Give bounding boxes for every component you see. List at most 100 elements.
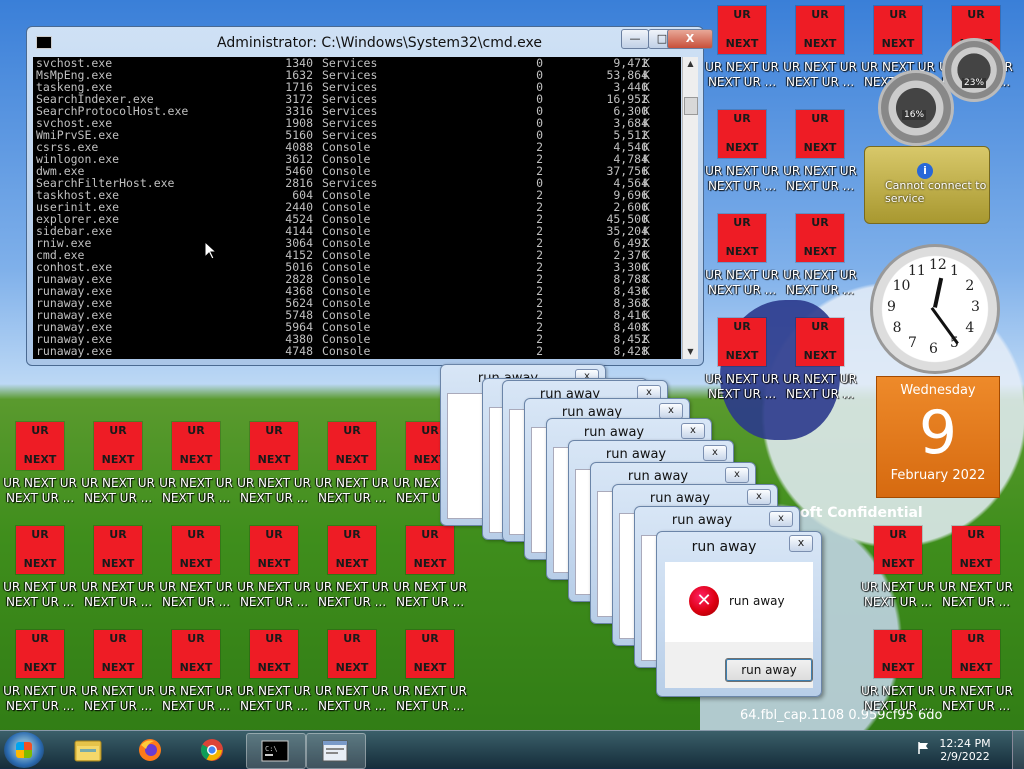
ur-next-icon: UR NEXT [94,422,142,470]
cmd-window[interactable]: Administrator: C:\Windows\System32\cmd.e… [26,26,713,366]
taskbar-firefox[interactable] [122,733,180,767]
shortcut-label-line1: UR NEXT UR [393,684,467,698]
ur-next-icon: UR NEXT [94,526,142,574]
cpu-meter-gadget[interactable]: 16% 23% [872,38,1022,146]
desktop-shortcut-icon[interactable]: UR NEXT UR NEXT URNEXT UR ... [860,520,936,616]
icon-text-ur: UR [265,632,283,645]
shortcut-label: UR NEXT URNEXT UR ... [2,476,78,506]
dialog-close-button[interactable]: x [681,423,705,439]
desktop-shortcut-icon[interactable]: UR NEXT UR NEXT URNEXT UR ... [938,624,1014,720]
weather-gadget[interactable]: i Cannot connect to service [864,146,990,224]
desktop-shortcut-icon[interactable]: UR NEXT UR NEXT URNEXT UR ... [704,312,780,408]
dialog-close-button[interactable]: x [769,511,793,527]
action-center-flag-icon[interactable] [916,741,930,755]
chrome-icon [201,739,223,761]
dialog-close-button[interactable]: x [659,403,683,419]
start-button[interactable] [4,732,44,768]
desktop-shortcut-icon[interactable]: UR NEXT UR NEXT URNEXT UR ... [236,520,312,616]
icon-text-ur: UR [811,112,829,125]
cmd-titlebar[interactable]: Administrator: C:\Windows\System32\cmd.e… [27,27,713,57]
desktop-shortcut-icon[interactable]: UR NEXT UR NEXT URNEXT UR ... [80,416,156,512]
shortcut-label-line1: UR NEXT UR [81,684,155,698]
shortcut-label-line2: NEXT UR ... [83,595,153,609]
icon-text-ur: UR [31,528,49,541]
shortcut-label: UR NEXT URNEXT UR ... [314,476,390,506]
dialog-close-button[interactable]: x [789,535,813,552]
icon-text-ur: UR [811,8,829,21]
show-desktop-button[interactable] [1012,731,1024,769]
dialog-close-button[interactable]: x [725,467,749,483]
cmd-output[interactable]: svchost.exe 1340 Services 0 9,472 K MsMpEng.ex… [33,57,681,359]
minimize-button[interactable]: — [621,29,649,49]
shortcut-label-line1: UR NEXT UR [861,580,935,594]
shortcut-label-line2: NEXT UR ... [707,283,777,297]
memory-gauge [942,38,1006,102]
taskbar-explorer[interactable] [60,733,118,767]
shortcut-label-line2: NEXT UR ... [5,699,75,713]
calendar-gadget[interactable]: Wednesday 9 February 2022 [876,376,1000,498]
scroll-up-icon[interactable]: ▲ [683,57,698,71]
taskbar-chrome[interactable] [184,733,242,767]
desktop-shortcut-icon[interactable]: UR NEXT UR NEXT URNEXT UR ... [860,624,936,720]
clock-numeral: 10 [892,278,911,294]
desktop-shortcut-icon[interactable]: UR NEXT UR NEXT URNEXT UR ... [80,520,156,616]
runaway-dialog[interactable]: run away x ✕ run away run away [656,531,822,697]
ur-next-icon: UR NEXT [16,526,64,574]
desktop-shortcut-icon[interactable]: UR NEXT UR NEXT URNEXT UR ... [80,624,156,720]
system-clock[interactable]: 12:24 PM 2/9/2022 [935,737,995,763]
desktop-shortcut-icon[interactable]: UR NEXT UR NEXT URNEXT UR ... [158,624,234,720]
taskbar-cmd[interactable]: C:\ [246,733,306,769]
window-icon [322,740,348,762]
desktop-shortcut-icon[interactable]: UR NEXT UR NEXT URNEXT UR ... [236,624,312,720]
desktop-shortcut-icon[interactable]: UR NEXT UR NEXT URNEXT UR ... [314,416,390,512]
dialog-close-button[interactable]: x [747,489,771,505]
shortcut-label-line2: NEXT UR ... [785,387,855,401]
cmd-scrollbar[interactable]: ▲ ▼ [682,57,698,359]
dialog-close-button[interactable]: x [703,445,727,461]
shortcut-label-line1: UR NEXT UR [783,372,857,386]
close-button[interactable]: X [667,29,713,49]
icon-text-next: NEXT [23,453,57,466]
shortcut-label: UR NEXT URNEXT UR ... [314,684,390,714]
shortcut-label-line2: NEXT UR ... [161,491,231,505]
clock-numeral: 2 [965,278,975,294]
desktop-shortcut-icon[interactable]: UR NEXT UR NEXT URNEXT UR ... [782,312,858,408]
icon-text-next: NEXT [101,453,135,466]
desktop-shortcut-icon[interactable]: UR NEXT UR NEXT URNEXT UR ... [236,416,312,512]
desktop-shortcut-icon[interactable]: UR NEXT UR NEXT URNEXT UR ... [158,416,234,512]
clock-numeral: 1 [950,262,959,279]
icon-text-ur: UR [421,528,439,541]
clock-gadget[interactable]: 1 2 3 4 5 6 7 8 9 10 11 12 [870,244,1000,374]
desktop-shortcut-icon[interactable]: UR NEXT UR NEXT URNEXT UR ... [158,520,234,616]
desktop-shortcut-icon[interactable]: UR NEXT UR NEXT URNEXT UR ... [392,624,468,720]
scroll-thumb[interactable] [684,97,698,115]
ur-next-icon: UR NEXT [250,422,298,470]
folder-icon [74,740,102,762]
desktop-shortcut-icon[interactable]: UR NEXT UR NEXT URNEXT UR ... [314,520,390,616]
scroll-down-icon[interactable]: ▼ [683,345,698,359]
desktop-shortcut-icon[interactable]: UR NEXT UR NEXT URNEXT UR ... [704,0,780,96]
desktop-shortcut-icon[interactable]: UR NEXT UR NEXT URNEXT UR ... [704,104,780,200]
icon-text-ur: UR [967,632,985,645]
icon-text-next: NEXT [335,453,369,466]
desktop-shortcut-icon[interactable]: UR NEXT UR NEXT URNEXT UR ... [2,520,78,616]
icon-text-next: NEXT [803,349,837,362]
desktop-shortcut-icon[interactable]: UR NEXT UR NEXT URNEXT UR ... [704,208,780,304]
desktop-shortcut-icon[interactable]: UR NEXT UR NEXT URNEXT UR ... [782,104,858,200]
shortcut-label-line2: NEXT UR ... [317,595,387,609]
taskbar-runaway[interactable] [306,733,366,769]
desktop-shortcut-icon[interactable]: UR NEXT UR NEXT URNEXT UR ... [2,624,78,720]
desktop-shortcut-icon[interactable]: UR NEXT UR NEXT URNEXT UR ... [782,208,858,304]
ur-next-icon: UR NEXT [172,422,220,470]
calendar-weekday: Wednesday [900,383,976,398]
desktop-shortcut-icon[interactable]: UR NEXT UR NEXT URNEXT UR ... [938,520,1014,616]
desktop-shortcut-icon[interactable]: UR NEXT UR NEXT URNEXT UR ... [2,416,78,512]
icon-text-next: NEXT [725,245,759,258]
desktop-shortcut-icon[interactable]: UR NEXT UR NEXT URNEXT UR ... [314,624,390,720]
icon-text-next: NEXT [881,557,915,570]
desktop-shortcut-icon[interactable]: UR NEXT UR NEXT URNEXT UR ... [782,0,858,96]
icon-text-next: NEXT [413,557,447,570]
shortcut-label-line1: UR NEXT UR [705,164,779,178]
run-away-button[interactable]: run away [725,658,813,682]
desktop-shortcut-icon[interactable]: UR NEXT UR NEXT URNEXT UR ... [392,520,468,616]
